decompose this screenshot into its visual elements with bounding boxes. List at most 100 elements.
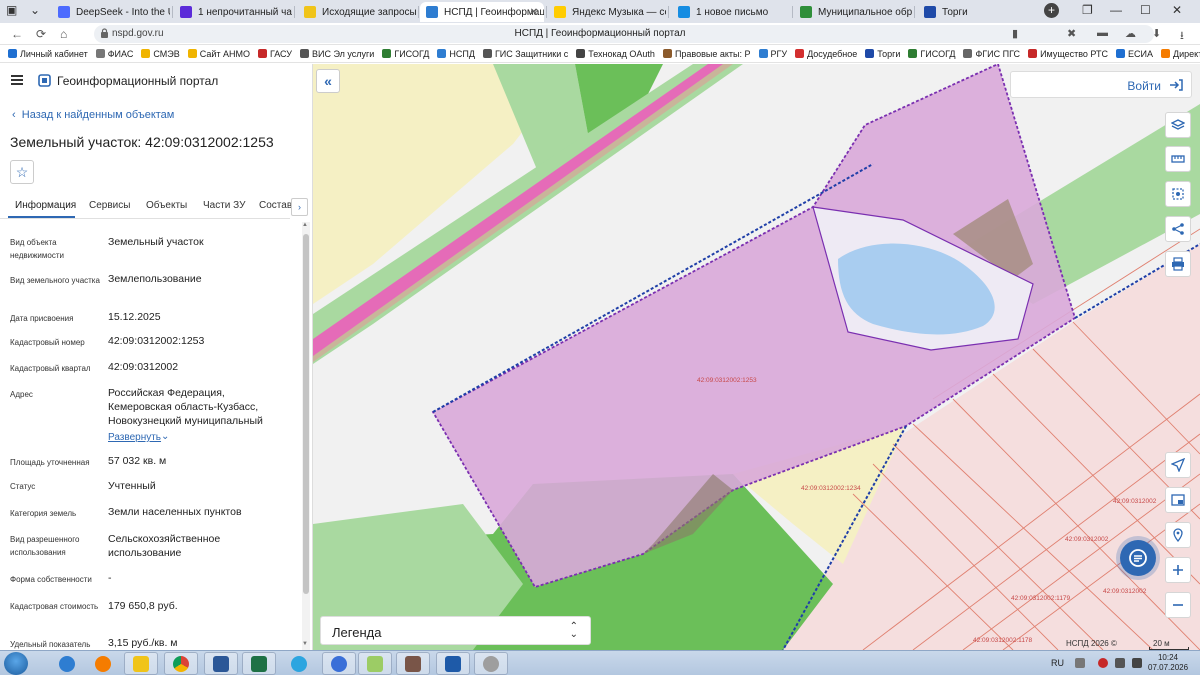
bookmark-item[interactable]: СМЭВ [141, 49, 180, 59]
zoom-out-button[interactable] [1165, 592, 1191, 618]
download-arrow-icon[interactable]: ⭳ [1180, 27, 1184, 46]
window-minimize-icon[interactable]: — [1110, 3, 1122, 17]
expand-chevron-icon[interactable]: ⌄ [161, 431, 169, 442]
bookmark-item[interactable]: Личный кабинет [8, 49, 88, 59]
layers-button[interactable] [1165, 112, 1191, 138]
bookmark-item[interactable]: Имущество РТС [1028, 49, 1108, 59]
browser-tab[interactable]: НСПД | Геоинформац ✕ [420, 2, 544, 22]
print-button[interactable] [1165, 251, 1191, 277]
window-close-icon[interactable]: ✕ [1172, 3, 1182, 17]
map-canvas[interactable] [313, 64, 1200, 650]
taskbar-chrome-icon[interactable] [164, 652, 198, 675]
taskbar-yandex-icon[interactable] [322, 652, 356, 675]
tab-services[interactable]: Сервисы [89, 200, 130, 211]
tab-favicon-icon [800, 6, 812, 18]
browser-tab[interactable]: Исходящие запросы [298, 2, 416, 22]
panel-scrollbar-thumb[interactable] [303, 234, 309, 594]
back-arrow-icon[interactable]: ← [11, 27, 23, 41]
bookmark-item[interactable]: ВИС Эл услуги [299, 49, 374, 59]
browser-tab[interactable]: Яндекс Музыка — собир [548, 2, 666, 22]
tray-antivirus-icon[interactable] [1098, 658, 1108, 668]
bookmark-item[interactable]: ФИАС [95, 49, 133, 59]
row-label-assign-date: Дата присвоения [10, 314, 74, 323]
bookmark-item[interactable]: ГИСОГД [382, 49, 429, 59]
scroll-up-arrow-icon[interactable]: ▲ [302, 222, 308, 228]
bookmark-item[interactable]: РГУ [758, 49, 787, 59]
browser-tab[interactable]: Торги [918, 2, 1036, 22]
tray-network-icon[interactable] [1115, 658, 1125, 668]
url-field[interactable] [94, 25, 1154, 43]
bookmark-item[interactable]: Торги [865, 49, 900, 59]
bookmark-item[interactable]: ФГИС ПГС [963, 49, 1020, 59]
menu-icon[interactable] [11, 75, 23, 85]
window-restore-icon[interactable]: ❐ [1082, 3, 1093, 17]
share-button[interactable] [1165, 216, 1191, 242]
legend-dropdown[interactable]: Легенда ⌃ ⌄ [320, 616, 591, 645]
back-to-results-link[interactable]: ‹ Назад к найденным объектам [12, 109, 174, 121]
bookmark-item[interactable]: Технокад OAuth [576, 49, 655, 59]
bookmark-item[interactable]: Правовые акты: Р [662, 49, 751, 59]
login-button[interactable]: Войти [1010, 71, 1192, 98]
taskbar-ie-icon[interactable] [50, 652, 84, 675]
new-tab-button[interactable]: + [1044, 3, 1059, 18]
tab-parts[interactable]: Части ЗУ [203, 200, 245, 211]
bookmark-item[interactable]: Сайт АНМО [187, 49, 250, 59]
scroll-down-arrow-icon[interactable]: ▼ [302, 641, 308, 647]
start-button[interactable] [4, 652, 28, 675]
tab-composition[interactable]: Состав [259, 200, 292, 211]
refresh-icon[interactable]: ⟳ [36, 27, 46, 41]
window-maximize-icon[interactable]: ☐ [1140, 3, 1151, 17]
favorite-star-button[interactable]: ☆ [10, 160, 34, 184]
browser-tab[interactable]: DeepSeek - Into the Unkn [52, 2, 170, 22]
browser-menu-icon[interactable]: ▣ [6, 3, 17, 17]
bookmark-item[interactable]: ЕСИА [1116, 49, 1153, 59]
taskbar-word-icon[interactable] [204, 652, 238, 675]
taskbar-explorer-icon[interactable] [124, 652, 158, 675]
browser-tab[interactable]: 1 новое письмо [672, 2, 790, 22]
map-view[interactable]: 42:09:0312002:1253 42:09:0312002:1234 42… [313, 64, 1200, 650]
tab-information[interactable]: Информация [15, 200, 76, 211]
bookmark-item[interactable]: НСПД [437, 49, 475, 59]
tray-arrow-icon[interactable] [1075, 658, 1085, 668]
tab-separator [418, 6, 419, 18]
tabs-scroll-right-button[interactable]: › [291, 198, 308, 216]
expand-address-link[interactable]: Развернуть [108, 432, 161, 443]
plot-label-quarter-b: 42:09:0312002 [1065, 536, 1109, 543]
bookmark-icon[interactable]: ▮ [1012, 27, 1018, 40]
tray-volume-icon[interactable] [1132, 658, 1142, 668]
bookmark-item[interactable]: ГАСУ [257, 49, 292, 59]
tab-objects[interactable]: Объекты [146, 200, 187, 211]
ruler-button[interactable] [1165, 146, 1191, 172]
extension-hat-icon[interactable]: ▬ [1097, 27, 1108, 39]
tab-list-chevron-icon[interactable]: ⌄ [30, 3, 40, 17]
taskbar-app-icon[interactable] [396, 652, 430, 675]
extension-cloud-icon[interactable]: ☁ [1125, 27, 1136, 40]
taskbar-media-player-icon[interactable] [86, 652, 120, 675]
tray-clock[interactable]: 10:24 07.07.2026 [1148, 653, 1188, 673]
bookmark-item[interactable]: Директум РХ [1161, 49, 1200, 59]
chat-assistant-button[interactable] [1120, 540, 1156, 576]
select-area-button[interactable] [1165, 181, 1191, 207]
zoom-in-button[interactable] [1165, 557, 1191, 583]
taskbar-telegram-icon[interactable] [282, 652, 316, 675]
bookmark-item[interactable]: ГИСОГД [908, 49, 955, 59]
collapse-panel-button[interactable]: « [316, 69, 340, 93]
tab-close-icon[interactable]: ✕ [530, 7, 538, 18]
downloads-icon[interactable]: ⬇ [1152, 27, 1161, 40]
bookmark-item[interactable]: ГИС Защитники с [482, 49, 568, 59]
keyboard-language[interactable]: RU [1051, 658, 1064, 668]
taskbar-directum-icon[interactable] [436, 652, 470, 675]
taskbar-excel-icon[interactable] [242, 652, 276, 675]
home-icon[interactable]: ⌂ [60, 27, 67, 41]
browser-tab[interactable]: Муниципальное образов [794, 2, 912, 22]
ruler-icon [1171, 155, 1185, 163]
taskbar-network-app-icon[interactable] [474, 652, 508, 675]
bookmark-item[interactable]: Досудебное [795, 49, 857, 59]
browser-tab[interactable]: 1 непрочитанный чат [174, 2, 292, 22]
extension-icon[interactable]: ✖ [1067, 27, 1076, 40]
pin-button[interactable] [1165, 522, 1191, 548]
geolocation-button[interactable] [1165, 452, 1191, 478]
basemap-button[interactable] [1165, 487, 1191, 513]
bookmark-favicon-icon [662, 49, 672, 58]
taskbar-maps-icon[interactable] [358, 652, 392, 675]
